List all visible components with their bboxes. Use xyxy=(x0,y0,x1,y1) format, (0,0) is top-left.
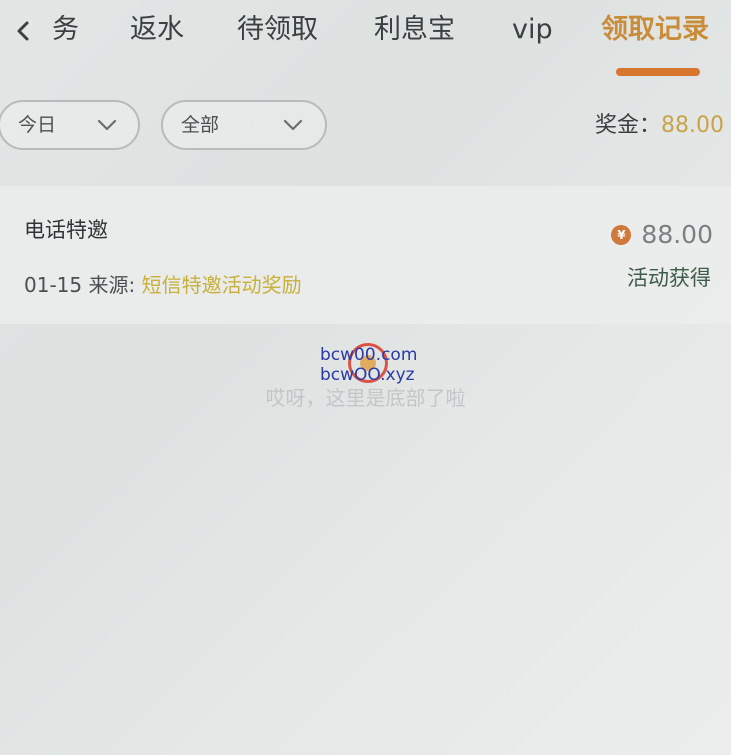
record-amount: ¥ 88.00 xyxy=(611,220,713,249)
record-date: 01-15 xyxy=(24,273,83,297)
type-filter-select[interactable]: 全部 xyxy=(161,100,327,150)
record-meta: 01-15 来源: 短信特邀活动奖励 xyxy=(24,269,302,298)
record-source-label: 来源: xyxy=(88,273,136,297)
record-status: 活动获得 xyxy=(627,266,711,290)
record-title: 电话特邀 xyxy=(24,218,108,242)
watermark-line-1: bcw00.com xyxy=(320,345,418,365)
tab-pending[interactable]: 待领取 xyxy=(237,10,318,50)
tab-rebate[interactable]: 返水 xyxy=(130,10,184,50)
type-filter-value: 全部 xyxy=(181,114,220,136)
chevron-down-icon xyxy=(283,119,303,131)
list-end-note: 哎呀，这里是底部了啦 xyxy=(265,386,466,410)
back-button[interactable] xyxy=(12,14,34,48)
top-tab-bar: 务 返水 待领取 利息宝 vip 领取记录 xyxy=(0,0,731,80)
coin-icon: ¥ xyxy=(611,224,632,245)
tab-vip[interactable]: vip xyxy=(512,10,553,50)
bonus-value: 88.00 xyxy=(661,113,724,138)
tab-task[interactable]: 务 xyxy=(52,10,79,50)
bonus-summary: 奖金：88.00 xyxy=(595,106,724,146)
claim-record-item[interactable]: 电话特邀 01-15 来源: 短信特邀活动奖励 ¥ 88.00 活动获得 xyxy=(0,186,731,324)
date-filter-select[interactable]: 今日 xyxy=(0,100,140,150)
tab-interest[interactable]: 利息宝 xyxy=(374,10,455,50)
date-filter-value: 今日 xyxy=(18,114,57,136)
record-amount-value: 88.00 xyxy=(641,220,713,249)
record-source-value: 短信特邀活动奖励 xyxy=(141,273,302,297)
chevron-down-icon xyxy=(97,119,117,131)
bonus-label: 奖金： xyxy=(595,113,662,138)
active-tab-indicator xyxy=(616,68,700,76)
chevron-left-icon xyxy=(17,21,29,41)
tab-claim-records[interactable]: 领取记录 xyxy=(601,10,709,50)
watermark: bcw00.com bcwOO.xyz xyxy=(320,343,430,385)
